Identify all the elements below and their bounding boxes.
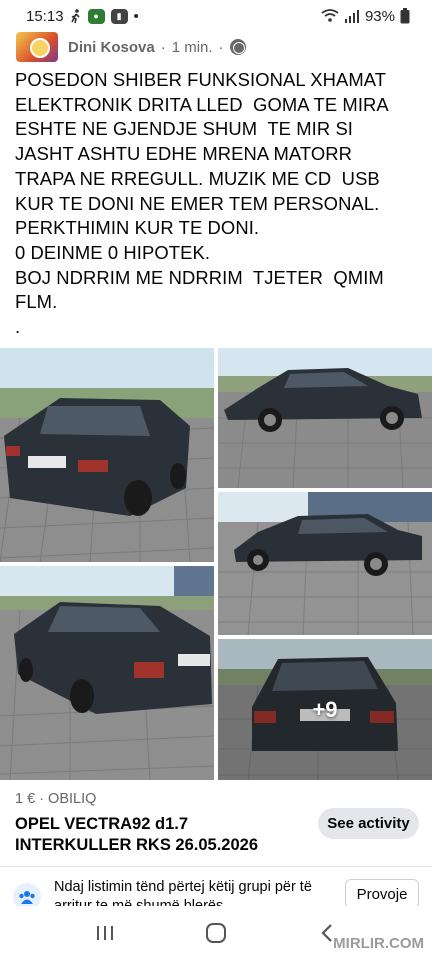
home-button[interactable]	[196, 913, 236, 953]
car-photo-1[interactable]	[0, 348, 214, 562]
watermark: MIRLIR.COM	[333, 935, 424, 952]
post-header: Dini Kosova · 1 min. ·	[0, 30, 432, 64]
meta-separator: ·	[160, 38, 166, 56]
try-it-button[interactable]: Provoje	[345, 879, 419, 909]
walk-icon	[70, 8, 82, 24]
post-description: POSEDON SHIBER FUNKSIONAL XHAMAT ELEKTRO…	[15, 69, 389, 338]
app-notification-icon: ●	[87, 8, 105, 24]
battery-percent: 93%	[364, 7, 395, 25]
globe-icon	[229, 39, 246, 55]
listing-title: OPEL VECTRA92 d1.7 INTERKULLER RKS 26.05…	[15, 815, 258, 854]
author-name[interactable]: Dini Kosova	[68, 39, 155, 56]
status-time: 15:13	[26, 7, 64, 25]
car-photo-3[interactable]	[218, 492, 432, 635]
status-bar: 15:13 ● ▮ • 93%	[0, 0, 432, 32]
post-meta: · 1 min. ·	[161, 39, 246, 56]
price-location: 1 € · OBILIQ	[15, 791, 97, 807]
see-activity-button[interactable]: See activity	[318, 808, 419, 839]
signal-icon	[344, 9, 360, 23]
share-listing-row: Ndaj listimin tënd përtej këtij grupi pë…	[0, 866, 432, 914]
meta-separator: ·	[218, 38, 224, 56]
group-avatar[interactable]	[16, 32, 58, 62]
recent-apps-button[interactable]	[85, 913, 125, 953]
sim-icon: ▮	[110, 8, 128, 24]
battery-icon	[400, 8, 410, 24]
car-photo-2[interactable]	[218, 348, 432, 488]
post-time[interactable]: 1 min.	[172, 39, 213, 56]
dot-icon: •	[133, 7, 139, 25]
car-photo-4[interactable]	[0, 566, 214, 780]
more-photos-count[interactable]: +9	[218, 639, 432, 780]
car-photo-5[interactable]: +9	[218, 639, 432, 780]
wifi-icon	[321, 9, 339, 23]
